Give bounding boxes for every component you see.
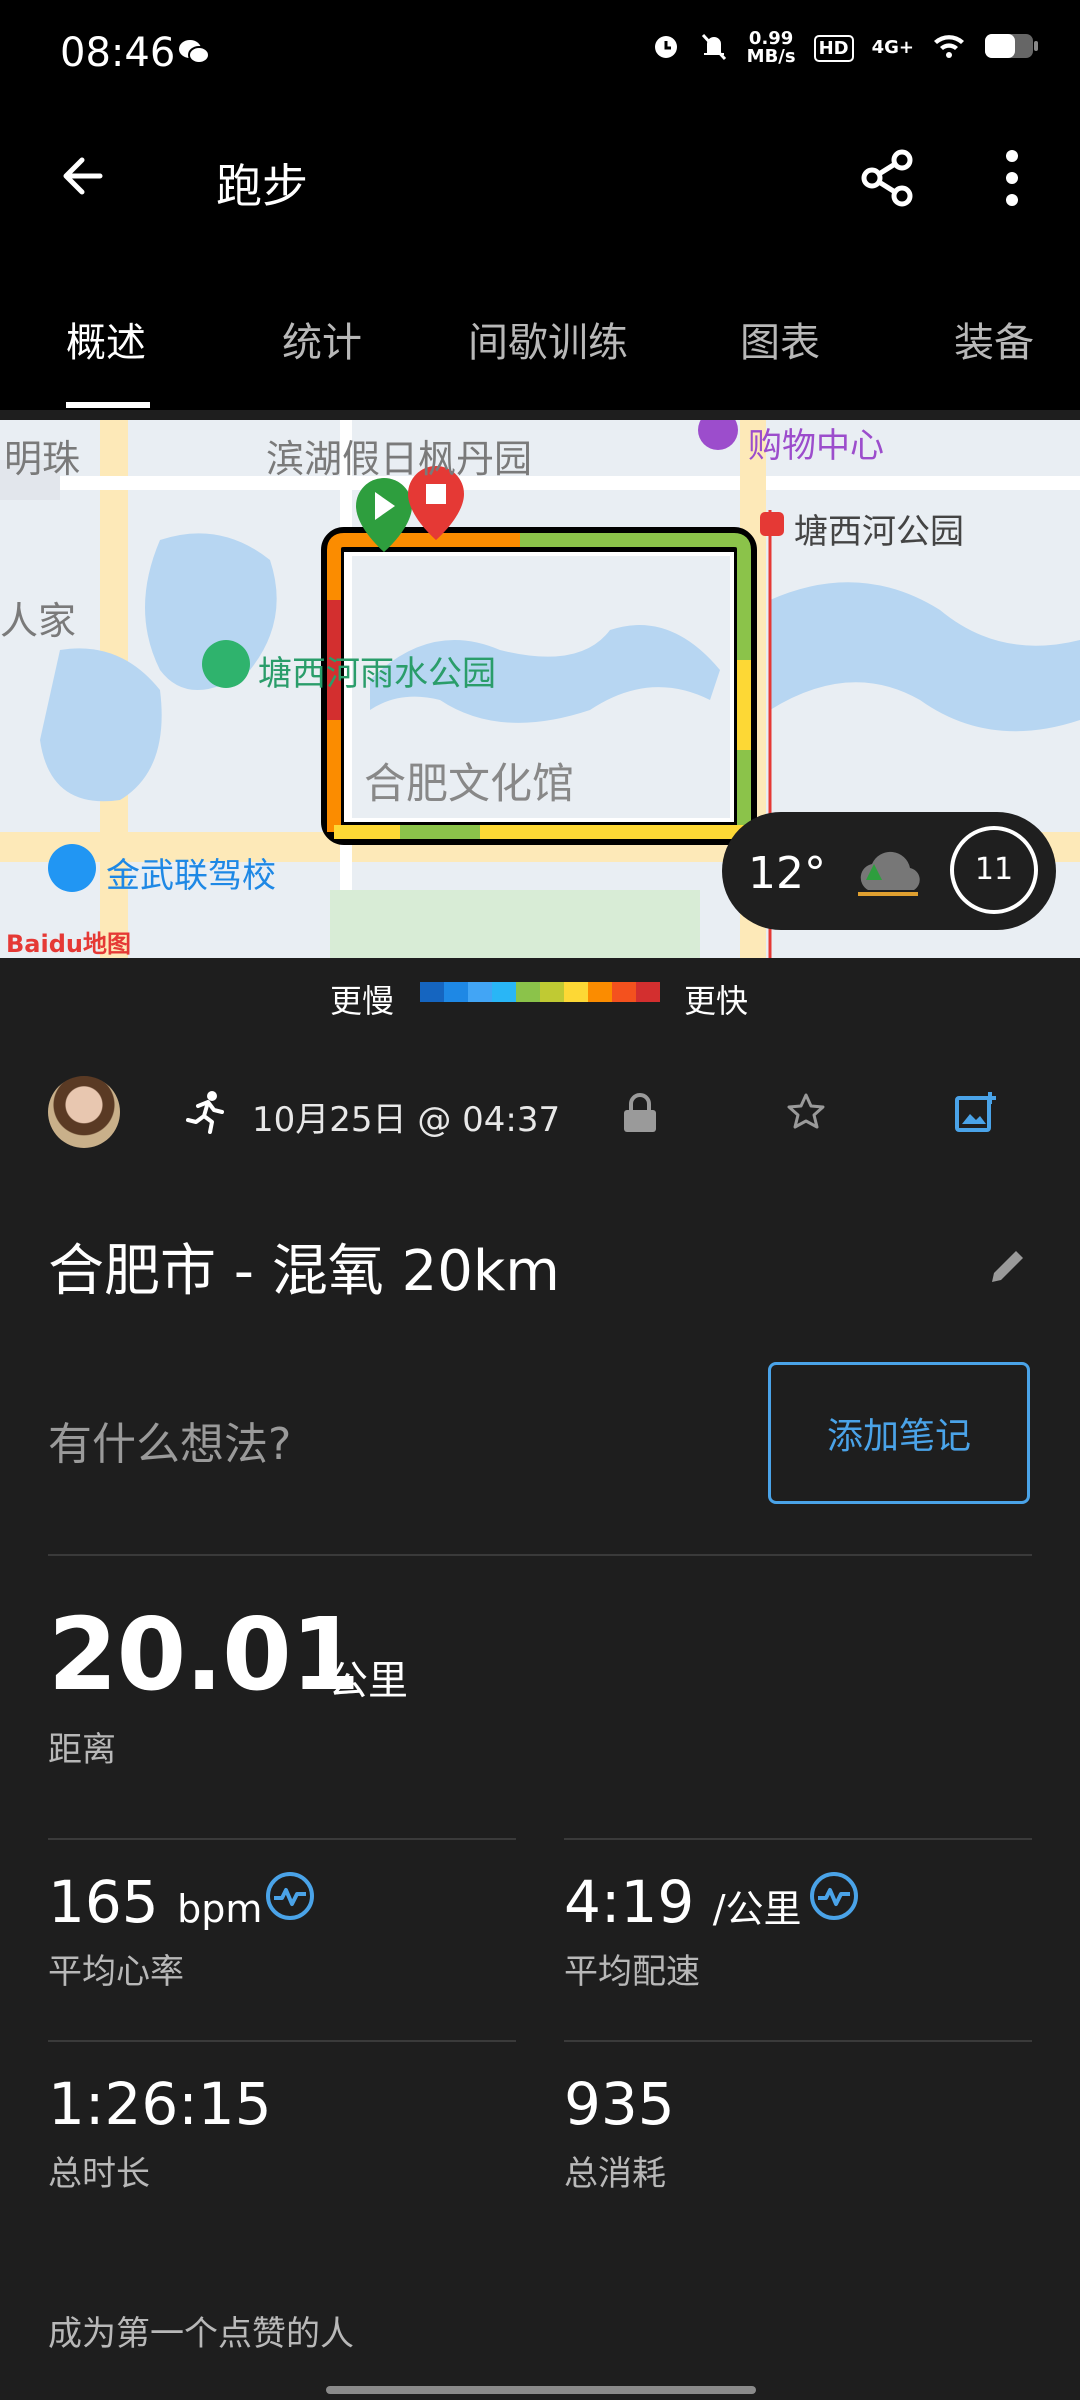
temperature: 12° (748, 848, 826, 899)
status-time: 08:46 (60, 30, 176, 76)
legend-faster-label: 更快 (684, 982, 749, 1020)
tab-charts[interactable]: 图表 (740, 310, 820, 368)
avg-hr-stat: 165 bpm (48, 1868, 262, 1936)
legend-swatch (468, 982, 492, 1002)
legend-swatch (540, 982, 564, 1002)
calories-label: 总消耗 (564, 2154, 666, 2194)
map-label: 明珠 (4, 437, 81, 481)
edit-pencil-icon[interactable] (988, 1246, 1028, 1290)
divider (564, 1838, 1032, 1840)
add-photo-icon[interactable] (954, 1090, 998, 1138)
distance-value: 20.01 (48, 1596, 360, 1713)
total-time-value: 1:26:15 (48, 2070, 272, 2138)
legend-swatch (516, 982, 540, 1002)
mute-icon (699, 31, 729, 65)
legend-swatch (636, 982, 660, 1002)
map-label: 购物中心 (748, 426, 884, 466)
legend-swatch (588, 982, 612, 1002)
map-label: 滨湖假日枫丹园 (266, 437, 533, 481)
alarm-icon (651, 31, 681, 65)
tab-intervals[interactable]: 间歇训练 (468, 310, 628, 368)
net-speed: 0.99 MB/s (747, 30, 796, 66)
map-label: 塘西河公园 (794, 512, 964, 552)
page-title: 跑步 (216, 159, 308, 213)
star-icon[interactable] (786, 1092, 826, 1136)
avg-hr-unit: bpm (177, 1887, 263, 1931)
divider (48, 1838, 516, 1840)
wind-speed: 11 (974, 852, 1014, 887)
lock-icon[interactable] (622, 1092, 658, 1136)
notes-prompt: 有什么想法? (48, 1419, 292, 1470)
map-label: 塘西河雨水公园 (258, 654, 496, 694)
legend-swatch (444, 982, 468, 1002)
tab-gear[interactable]: 装备 (954, 310, 1034, 368)
pace-legend-bar (420, 982, 660, 1002)
tab-overview[interactable]: 概述 (66, 310, 146, 368)
calories-value: 935 (564, 2070, 675, 2138)
avg-pace-label: 平均配速 (564, 1952, 700, 1992)
divider (564, 2040, 1032, 2042)
avg-hr-label: 平均心率 (48, 1952, 184, 1992)
avg-pace-stat: 4:19 /公里 (564, 1868, 802, 1936)
signal-label: 4G+ (871, 37, 914, 58)
hd-badge: HD (813, 34, 854, 62)
kudos-prompt[interactable]: 成为第一个点赞的人 (48, 2306, 354, 2355)
legend-swatch (564, 982, 588, 1002)
legend-swatch (612, 982, 636, 1002)
avatar[interactable] (48, 1076, 120, 1148)
net-speed-unit: MB/s (746, 46, 796, 67)
divider (48, 1554, 1032, 1556)
activity-name[interactable]: 合肥市 - 混氧 20km (48, 1226, 560, 1307)
activity-date: 10月25日 @ 04:37 (252, 1100, 561, 1140)
avg-pace-value: 4:19 (564, 1868, 695, 1936)
pace-zone-icon[interactable] (808, 1870, 860, 1926)
heart-rate-zone-icon[interactable] (264, 1870, 316, 1926)
legend-swatch (420, 982, 444, 1002)
baidu-map-logo: Baidu地图 (6, 930, 131, 958)
cloudy-night-icon (848, 840, 932, 908)
legend-swatch (492, 982, 516, 1002)
running-icon (184, 1090, 228, 1138)
status-icons: 0.99 MB/s HD 4G+ (651, 30, 1040, 66)
total-time-label: 总时长 (48, 2154, 150, 2194)
wechat-icon (178, 38, 210, 70)
tab-stats[interactable]: 统计 (282, 310, 362, 368)
back-arrow-icon[interactable] (56, 148, 112, 208)
avg-pace-unit: /公里 (712, 1887, 802, 1931)
share-icon[interactable] (856, 146, 920, 214)
battery-icon (984, 31, 1040, 65)
tab-indicator (66, 402, 150, 408)
home-indicator[interactable] (326, 2386, 756, 2394)
map-label: 合肥文化馆 (364, 759, 575, 808)
wifi-icon (932, 32, 966, 64)
avg-hr-value: 165 (48, 1868, 159, 1936)
distance-label: 距离 (48, 1730, 116, 1770)
divider (48, 2040, 516, 2042)
map-label: 金武联驾校 (106, 856, 276, 896)
add-note-button[interactable]: 添加笔记 (768, 1362, 1030, 1504)
distance-unit: 公里 (328, 1658, 408, 1704)
map-label: 人家 (0, 599, 77, 643)
legend-slower-label: 更慢 (330, 982, 395, 1020)
more-options-icon[interactable] (1000, 146, 1024, 214)
